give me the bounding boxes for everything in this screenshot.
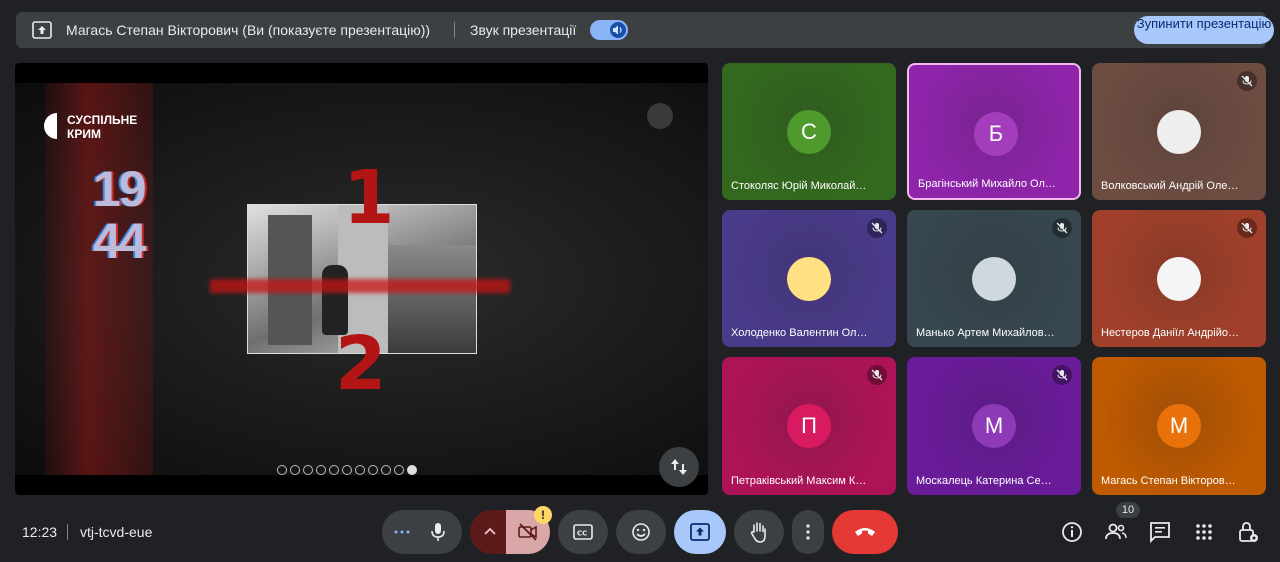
participant-name: Манько Артем Михайлов…	[916, 327, 1055, 339]
toggle-knob	[610, 22, 626, 38]
mic-group	[382, 510, 462, 554]
stop-presenting-button[interactable]: Зупинити презентацію	[1134, 16, 1274, 44]
year-top: 19	[93, 161, 147, 217]
presenter-camera-thumbnail	[647, 103, 673, 129]
mic-off-icon	[1052, 218, 1072, 238]
participant-name: Петраківський Максим К…	[731, 475, 867, 487]
participant-avatar: С	[787, 110, 831, 154]
closed-captions-icon: CC	[573, 524, 593, 540]
activities-icon[interactable]	[1192, 520, 1216, 544]
slide-number-2: 2	[335, 321, 387, 407]
pagination-dot[interactable]	[290, 465, 300, 475]
participant-name: Стоколяс Юрій Миколай…	[731, 180, 867, 192]
present-screen-icon	[690, 523, 710, 541]
mic-options-icon[interactable]	[394, 530, 410, 534]
swap-arrows-icon	[671, 459, 687, 475]
participant-avatar: М	[1157, 404, 1201, 448]
raise-hand-button[interactable]	[734, 510, 784, 554]
divider	[454, 22, 455, 38]
slide-pagination-dots	[277, 465, 417, 477]
participant-avatar: Б	[974, 112, 1018, 156]
participant-tile[interactable]: Б Брагінський Михайло Ол…	[907, 63, 1081, 200]
pagination-dot[interactable]	[277, 465, 287, 475]
pagination-dot[interactable]	[303, 465, 313, 475]
participant-name: Холоденко Валентин Ол…	[731, 327, 868, 339]
pagination-dot[interactable]	[316, 465, 326, 475]
host-controls-lock-icon[interactable]	[1236, 520, 1260, 544]
presenter-label: Магась Степан Вікторович (Ви (показуєте …	[66, 22, 431, 38]
participant-tile[interactable]: М Магась Степан Вікторов…	[1092, 357, 1266, 495]
participant-count-badge: 10	[1116, 502, 1140, 518]
participant-name: Магась Степан Вікторов…	[1101, 475, 1236, 487]
reactions-button[interactable]	[616, 510, 666, 554]
logo-line-1: СУСПІЛЬНЕ	[67, 113, 138, 127]
participant-tile[interactable]: Нестеров Даніїл Андрійо…	[1092, 210, 1266, 347]
participant-tile[interactable]: С Стоколяс Юрій Миколай…	[722, 63, 896, 200]
presentation-slide: СУСПІЛЬНЕ КРИМ 19 44 1 2	[15, 83, 708, 475]
participant-tile[interactable]: Манько Артем Михайлов…	[907, 210, 1081, 347]
pagination-dot[interactable]	[355, 465, 365, 475]
participant-avatar: П	[787, 404, 831, 448]
bottom-toolbar: 12:23 vtj-tcvd-eue ! CC 10	[0, 500, 1280, 562]
presentation-sound-toggle[interactable]	[590, 20, 628, 40]
participant-name: Москалець Катерина Се…	[916, 475, 1052, 487]
clock: 12:23	[22, 524, 58, 540]
more-vert-icon	[806, 524, 810, 540]
mic-off-icon	[1237, 218, 1257, 238]
chevron-up-icon[interactable]	[484, 527, 496, 535]
swap-layout-button[interactable]	[659, 447, 699, 487]
mic-off-icon	[867, 218, 887, 238]
chat-icon[interactable]	[1148, 520, 1172, 544]
participant-avatar	[972, 257, 1016, 301]
presentation-view: СУСПІЛЬНЕ КРИМ 19 44 1 2	[15, 63, 708, 495]
mic-off-icon	[1237, 71, 1257, 91]
participant-avatar	[1157, 110, 1201, 154]
mic-off-icon	[1052, 365, 1072, 385]
pagination-dot[interactable]	[368, 465, 378, 475]
presenting-bar: Магась Степан Вікторович (Ви (показуєте …	[16, 12, 1274, 48]
participant-avatar	[787, 257, 831, 301]
year-bottom: 44	[93, 213, 147, 269]
captions-button[interactable]: CC	[558, 510, 608, 554]
people-icon[interactable]	[1104, 520, 1128, 544]
participant-avatar: М	[972, 404, 1016, 448]
pagination-dot[interactable]	[342, 465, 352, 475]
pagination-dot[interactable]	[394, 465, 404, 475]
divider	[67, 524, 68, 540]
emoji-icon	[632, 523, 650, 541]
microphone-icon[interactable]	[430, 522, 446, 542]
leave-call-button[interactable]	[832, 510, 898, 554]
participant-name: Брагінський Михайло Ол…	[918, 178, 1056, 190]
presentation-sound-label: Звук презентації	[470, 22, 577, 38]
slide-number-1: 1	[343, 155, 395, 241]
logo-mark-icon	[44, 113, 57, 139]
logo-line-2: КРИМ	[67, 127, 101, 141]
participant-name: Волковський Андрій Оле…	[1101, 180, 1239, 192]
present-now-button[interactable]	[674, 510, 726, 554]
hang-up-icon	[855, 528, 875, 536]
pagination-dot[interactable]	[407, 465, 417, 475]
participant-tile[interactable]: Холоденко Валентин Ол…	[722, 210, 896, 347]
camera-off-icon	[518, 523, 537, 541]
more-options-button[interactable]	[792, 510, 824, 554]
participant-tile[interactable]: М Москалець Катерина Се…	[907, 357, 1081, 495]
meeting-code: vtj-tcvd-eue	[80, 524, 153, 540]
participant-tile[interactable]: П Петраківський Максим К…	[722, 357, 896, 495]
participant-tile[interactable]: Волковський Андрій Оле…	[1092, 63, 1266, 200]
svg-text:CC: CC	[577, 530, 587, 538]
speaker-icon	[613, 25, 622, 35]
present-screen-icon	[32, 21, 52, 39]
slide-year: 19 44	[93, 161, 147, 269]
mic-off-icon	[867, 365, 887, 385]
info-icon[interactable]	[1060, 520, 1084, 544]
camera-warning-icon: !	[534, 506, 552, 524]
red-strip-decoration	[45, 83, 153, 475]
participant-avatar	[1157, 257, 1201, 301]
pagination-dot[interactable]	[381, 465, 391, 475]
pagination-dot[interactable]	[329, 465, 339, 475]
red-line-decoration	[210, 279, 510, 293]
participant-name: Нестеров Даніїл Андрійо…	[1101, 327, 1239, 339]
hand-icon	[750, 522, 766, 543]
